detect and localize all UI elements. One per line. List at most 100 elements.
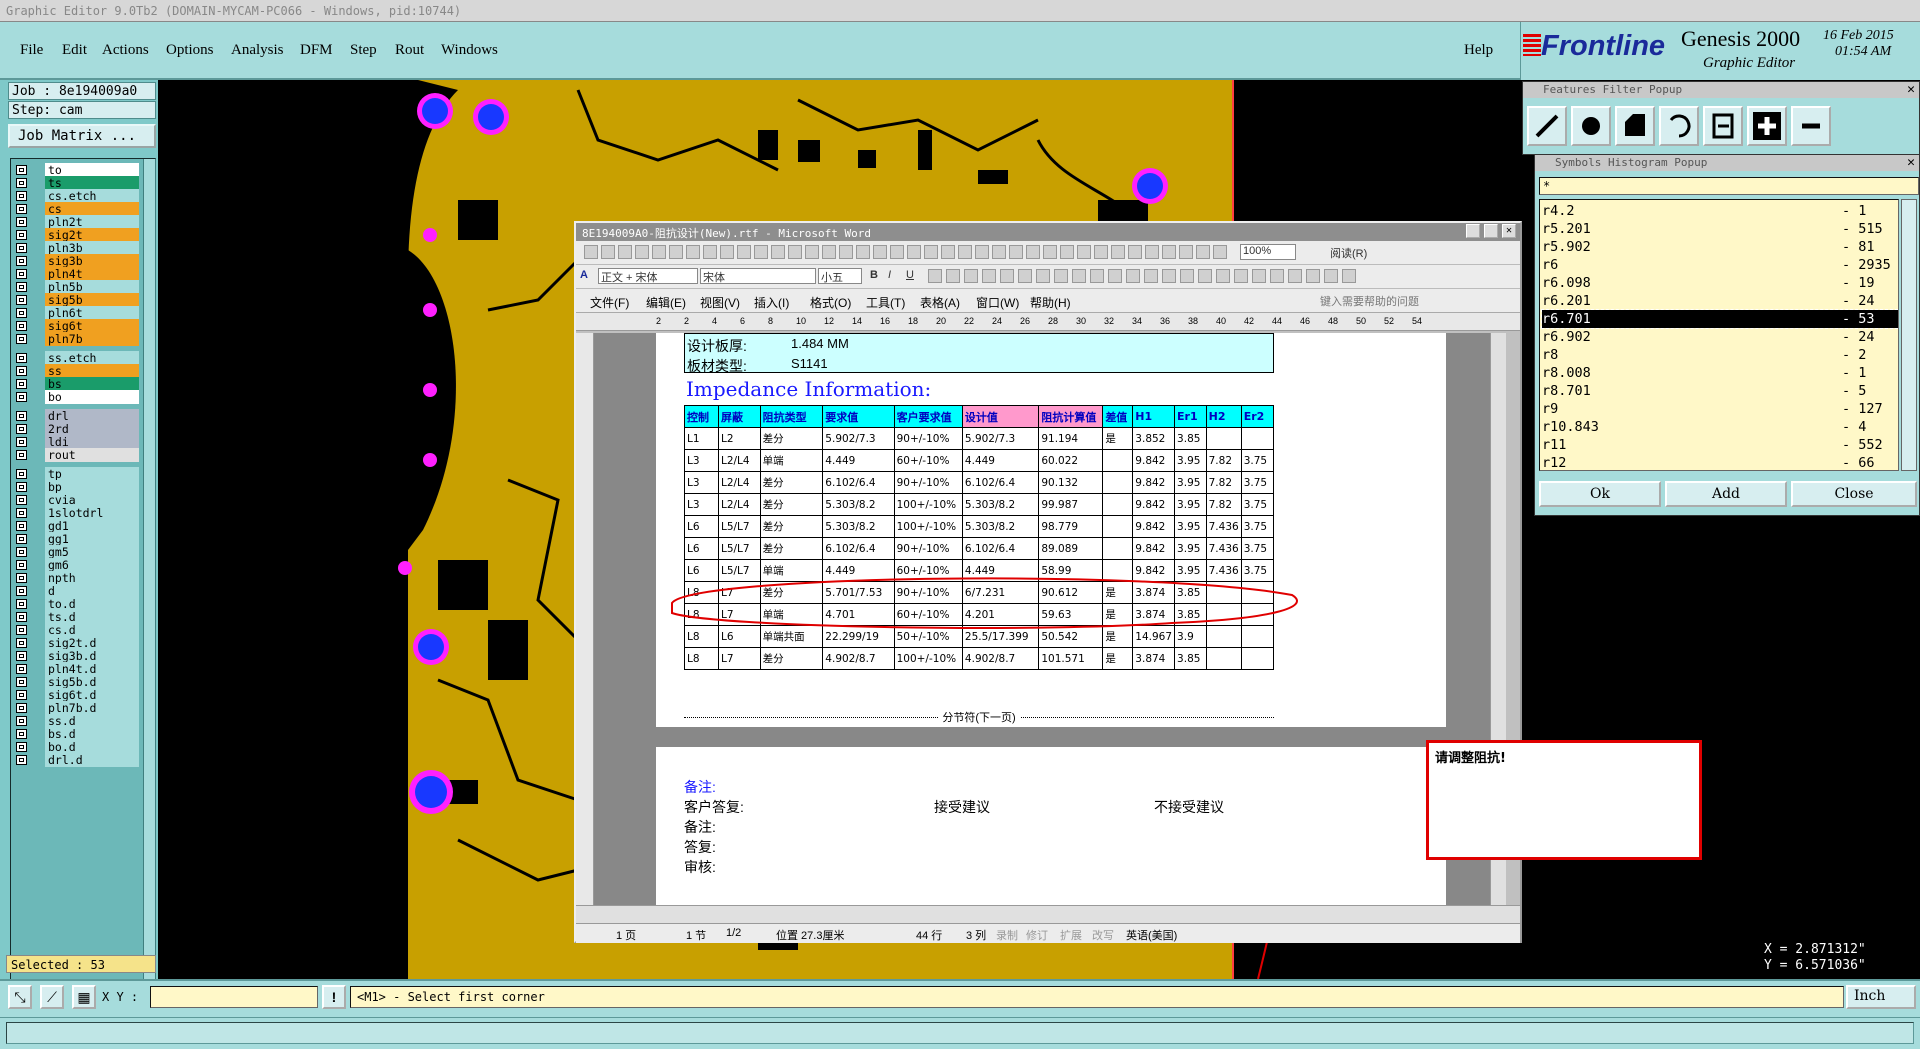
toolbar-icon[interactable] (1111, 245, 1125, 259)
toolbar-icon[interactable] (873, 245, 887, 259)
table-cell[interactable] (1240, 647, 1275, 670)
layer-row[interactable]: cs (13, 202, 139, 216)
toolbar-icon[interactable] (1179, 245, 1193, 259)
warning-icon[interactable]: ! (322, 985, 346, 1009)
layer-row[interactable]: pln6t (13, 306, 139, 320)
ok-button[interactable]: Ok (1539, 481, 1661, 507)
layer-checkbox[interactable] (16, 366, 27, 376)
layer-name[interactable]: pln5b (45, 280, 139, 294)
table-cell[interactable]: 6.102/6.4 (961, 537, 1040, 560)
table-cell[interactable]: L2/L4 (717, 471, 761, 494)
text-filter-button[interactable] (1703, 106, 1743, 146)
toolbar-icon[interactable] (958, 245, 972, 259)
word-menu-item[interactable]: 插入(I) (754, 294, 789, 311)
style-select[interactable]: 正文 + 宋体 (598, 268, 698, 284)
symbol-row[interactable]: r9 - 127 (1542, 400, 1898, 418)
layer-row[interactable]: cvia (13, 493, 139, 507)
layer-name[interactable]: 1slotdrl (45, 506, 139, 520)
format-icon[interactable] (1126, 269, 1140, 283)
format-icon[interactable] (1036, 269, 1050, 283)
layer-name[interactable]: pln4t (45, 267, 139, 281)
layer-name[interactable]: ss.d (45, 714, 139, 728)
layer-checkbox[interactable] (16, 204, 27, 214)
table-cell[interactable]: 是 (1102, 647, 1134, 670)
table-cell[interactable]: 差分 (759, 515, 824, 538)
symbol-list-scrollbar[interactable] (1901, 199, 1917, 471)
layer-checkbox[interactable] (16, 677, 27, 687)
format-icon[interactable] (928, 269, 942, 283)
toolbar-icon[interactable] (754, 245, 768, 259)
layer-row[interactable]: bo.d (13, 740, 139, 754)
zoom-select[interactable]: 100% (1240, 244, 1296, 260)
toolbar-icon[interactable] (584, 245, 598, 259)
menu-help[interactable]: Help (1464, 42, 1493, 59)
table-cell[interactable]: 90.132 (1038, 471, 1104, 494)
layer-row[interactable]: pln7b (13, 332, 139, 346)
layer-name[interactable]: bo (45, 390, 139, 404)
menu-step[interactable]: Step (350, 42, 377, 59)
font-size-select[interactable]: 小五 (818, 268, 862, 284)
table-cell[interactable]: 3.95 (1174, 449, 1207, 472)
layer-name[interactable]: sig5b (45, 293, 139, 307)
toolbar-icon[interactable] (856, 245, 870, 259)
toolbar-icon[interactable] (703, 245, 717, 259)
accept-option[interactable]: 接受建议 (934, 797, 990, 817)
symbol-row[interactable]: r4.2 - 1 (1542, 202, 1898, 220)
layer-name[interactable]: drl.d (45, 753, 139, 767)
layer-name[interactable]: pln7b (45, 332, 139, 346)
table-cell[interactable]: 6.102/6.4 (822, 537, 895, 560)
table-cell[interactable]: 5.303/8.2 (822, 515, 895, 538)
format-icon[interactable] (1270, 269, 1284, 283)
reading-mode-button[interactable]: 阅读(R) (1330, 245, 1367, 261)
layer-row[interactable]: drl (13, 409, 139, 423)
toolbar-icon[interactable] (1213, 245, 1227, 259)
layer-checkbox[interactable] (16, 755, 27, 765)
format-icon[interactable] (1090, 269, 1104, 283)
layer-checkbox[interactable] (16, 321, 27, 331)
table-cell[interactable]: L3 (684, 493, 719, 516)
symbol-row[interactable]: r5.902 - 81 (1542, 238, 1898, 256)
toolbar-icon[interactable] (601, 245, 615, 259)
table-cell[interactable]: 3.75 (1240, 493, 1275, 516)
layer-name[interactable]: gg1 (45, 532, 139, 546)
layer-row[interactable]: gm6 (13, 558, 139, 572)
table-cell[interactable]: L3 (684, 471, 719, 494)
layer-name[interactable]: pln3b (45, 241, 139, 255)
layer-checkbox[interactable] (16, 651, 27, 661)
symbol-row[interactable]: r8.701 - 5 (1542, 382, 1898, 400)
menu-options[interactable]: Options (166, 42, 214, 59)
add-button[interactable]: Add (1665, 481, 1787, 507)
format-icon[interactable] (1288, 269, 1302, 283)
format-icon[interactable] (982, 269, 996, 283)
document-area[interactable]: 设计板厚: 1.484 MM 板材类型: S1141 Impedance Inf… (576, 333, 1506, 905)
toolbar-icon[interactable] (1162, 245, 1176, 259)
toolbar-icon[interactable] (975, 245, 989, 259)
table-cell[interactable]: 5.902/7.3 (961, 427, 1040, 450)
layer-row[interactable]: gm5 (13, 545, 139, 559)
layer-row[interactable]: sig5b.d (13, 675, 139, 689)
format-icon[interactable] (1018, 269, 1032, 283)
xy-input[interactable] (150, 986, 318, 1008)
table-cell[interactable]: L7 (717, 647, 761, 670)
toolbar-icon[interactable] (941, 245, 955, 259)
toolbar-icon[interactable] (652, 245, 666, 259)
layer-name[interactable]: ldi (45, 435, 139, 449)
table-cell[interactable] (1240, 427, 1275, 450)
layer-name[interactable]: gm6 (45, 558, 139, 572)
table-cell[interactable]: 4.449 (822, 449, 895, 472)
layer-row[interactable]: cs.d (13, 623, 139, 637)
layer-row[interactable]: to (13, 163, 139, 177)
toolbar-icon[interactable] (771, 245, 785, 259)
layer-checkbox[interactable] (16, 178, 27, 188)
word-menu-item[interactable]: 窗口(W) (976, 294, 1019, 311)
table-cell[interactable]: 9.842 (1132, 493, 1176, 516)
layer-checkbox[interactable] (16, 269, 27, 279)
italic-icon[interactable]: I (888, 269, 891, 281)
table-cell[interactable] (1102, 449, 1134, 472)
table-cell[interactable]: 3.75 (1240, 515, 1275, 538)
symbol-row[interactable]: r10.843 - 4 (1542, 418, 1898, 436)
layer-row[interactable]: tp (13, 467, 139, 481)
layer-row[interactable]: ldi (13, 435, 139, 449)
table-cell[interactable]: 91.194 (1038, 427, 1104, 450)
close-button[interactable]: Close (1791, 481, 1917, 507)
